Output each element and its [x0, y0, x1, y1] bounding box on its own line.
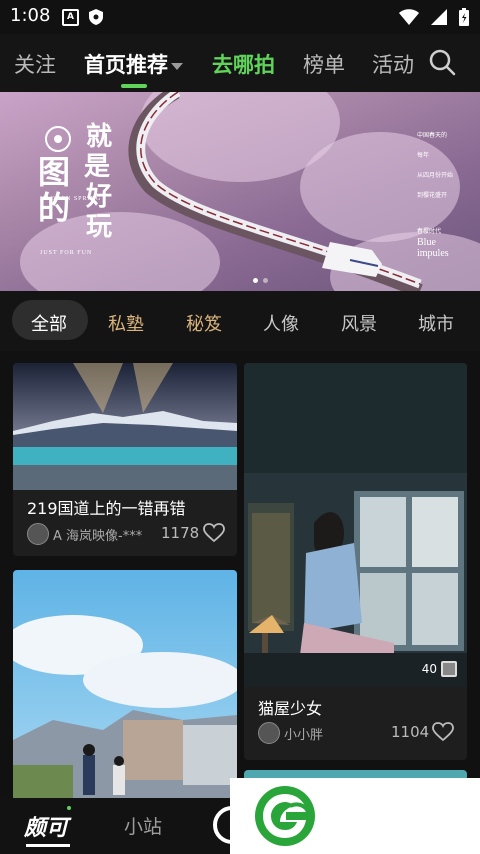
like-count: 1178: [161, 524, 200, 542]
signal-icon: [431, 9, 447, 25]
category-landscape[interactable]: 风景: [341, 310, 377, 336]
photo-count: 40: [421, 662, 437, 676]
banner-right-text-2: 每年: [417, 153, 430, 159]
tab-rankings[interactable]: 榜单: [303, 49, 345, 79]
banner-blue-text-line-2: impules: [417, 247, 449, 259]
status-bar: 1:08 A: [0, 0, 480, 34]
banner-dot[interactable]: [253, 278, 258, 283]
card-image: [244, 363, 467, 687]
bottom-tab-station[interactable]: 小站: [124, 812, 162, 839]
chevron-down-icon[interactable]: [171, 62, 183, 70]
app-logo-icon: [255, 786, 315, 846]
avatar[interactable]: [258, 722, 280, 744]
heart-icon[interactable]: [203, 523, 225, 543]
banner-title-4: 玩: [86, 212, 113, 242]
gallery-icon: [441, 661, 457, 677]
bottom-tab-indicator: [26, 844, 70, 847]
banner-blue-text: Blue impules: [417, 237, 449, 259]
shield-icon: [89, 9, 103, 25]
active-tab-indicator: [121, 84, 147, 88]
category-portrait[interactable]: 人像: [263, 310, 299, 336]
tab-where-to-shoot[interactable]: 去哪拍: [212, 49, 275, 79]
category-city[interactable]: 城市: [418, 310, 454, 336]
banner-seal-icon: [45, 126, 71, 152]
status-time: 1:08: [10, 5, 51, 26]
banner-title-1: 就: [86, 122, 113, 152]
category-private-school[interactable]: 私塾: [108, 310, 144, 336]
feed-card[interactable]: 219国道上的一错再错 A 海岚映像-*** 1178: [13, 363, 237, 556]
hero-banner[interactable]: 图 的 就 是 好 玩 HAOKEN SPRING JUST FOR FUN 中…: [0, 92, 480, 291]
banner-right-text-1: 中国春天的: [417, 133, 448, 139]
banner-small-caption: HAOKEN SPRING: [40, 196, 102, 202]
like-count: 1104: [391, 723, 430, 741]
tab-recommend[interactable]: 首页推荐: [84, 49, 183, 79]
category-tips[interactable]: 秘笈: [186, 310, 222, 336]
card-author[interactable]: 小小胖: [284, 724, 323, 743]
category-all[interactable]: 全部: [31, 310, 67, 336]
card-image: [13, 363, 237, 490]
train-illustration: [128, 92, 423, 291]
banner-blue-text-line-1: Blue: [417, 237, 436, 248]
a-notification-icon: A: [62, 9, 79, 26]
banner-dot[interactable]: [263, 278, 268, 283]
banner-title-left-1: 图: [38, 153, 71, 191]
tab-recommend-label: 首页推荐: [84, 53, 168, 77]
battery-icon: [459, 8, 469, 26]
tab-follow[interactable]: 关注: [14, 49, 56, 79]
tab-events[interactable]: 活动: [372, 49, 414, 79]
banner-right-text-3: 从四月份开始: [417, 173, 454, 179]
notification-dot: [67, 806, 71, 810]
banner-pagination: [253, 278, 268, 283]
banner-right-text-4: 到樱花盛开: [417, 193, 448, 199]
wifi-icon: [399, 9, 419, 25]
category-bar: 全部 私塾 秘笈 人像 风景 城市: [0, 291, 480, 351]
feed-card[interactable]: 40 猫屋少女 小小胖 1104: [244, 363, 467, 760]
bottom-tab-home[interactable]: 颇可: [24, 810, 68, 842]
banner-title-2: 是: [84, 152, 111, 182]
card-title: 猫屋少女: [258, 699, 323, 718]
app-logo-overlay: [230, 778, 480, 854]
card-title: 219国道上的一错再错: [27, 499, 186, 518]
heart-icon[interactable]: [432, 722, 454, 742]
search-icon[interactable]: [428, 48, 456, 76]
banner-subtitle: JUST FOR FUN: [40, 250, 93, 256]
photo-count-badge: 40: [422, 661, 457, 677]
feed-card[interactable]: [13, 570, 237, 800]
card-author[interactable]: A 海岚映像-***: [53, 525, 142, 544]
banner-right-text-5: 春樱时代: [417, 229, 442, 235]
card-image: [13, 570, 237, 800]
avatar[interactable]: [27, 523, 49, 545]
